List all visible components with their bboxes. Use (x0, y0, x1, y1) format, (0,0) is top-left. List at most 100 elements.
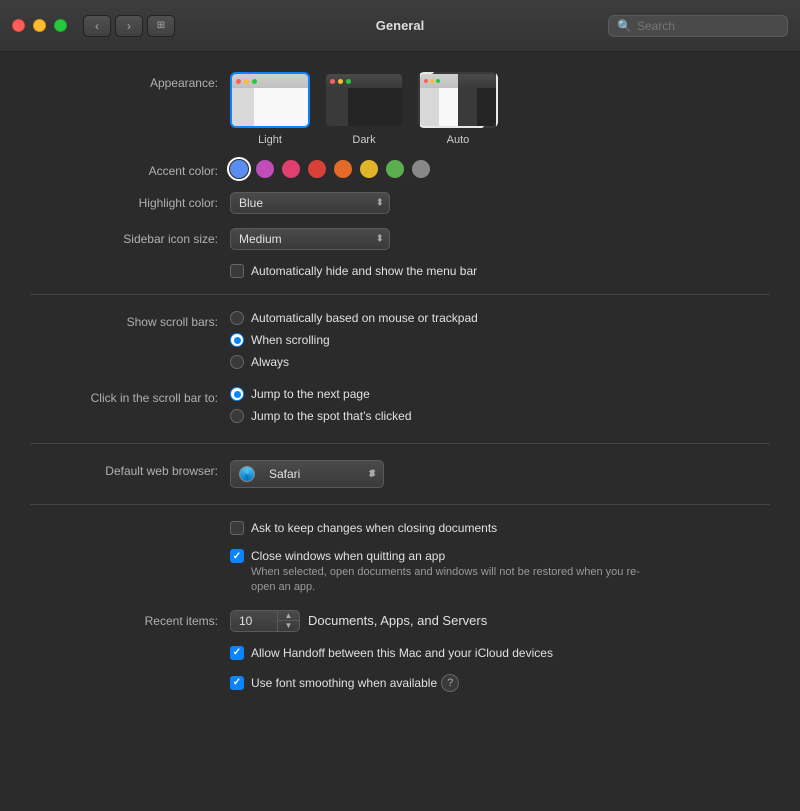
accent-yellow[interactable] (360, 160, 378, 178)
stepper-down-button[interactable]: ▼ (278, 621, 299, 631)
divider-3 (30, 504, 770, 505)
highlight-color-row: Highlight color: Blue Purple Pink Red Or… (30, 192, 770, 214)
scroll-scrolling-radio[interactable] (230, 333, 244, 347)
click-scroll-bar-radio-group: Jump to the next page Jump to the spot t… (230, 387, 412, 427)
close-windows-description: When selected, open documents and window… (251, 565, 651, 596)
handoff-checkbox-row: Allow Handoff between this Mac and your … (230, 646, 553, 660)
traffic-lights (12, 19, 67, 32)
accent-blue[interactable] (230, 160, 248, 178)
font-smoothing-checkbox[interactable] (230, 676, 244, 690)
fullscreen-button[interactable] (54, 19, 67, 32)
settings-content: Appearance: (0, 52, 800, 811)
handoff-checkbox[interactable] (230, 646, 244, 660)
accent-green[interactable] (386, 160, 404, 178)
ask-keep-changes-control: Ask to keep changes when closing documen… (230, 521, 497, 535)
click-scroll-bar-label: Click in the scroll bar to: (30, 387, 230, 405)
accent-pink[interactable] (282, 160, 300, 178)
appearance-label: Appearance: (30, 72, 230, 90)
font-smoothing-last-row: Use font smoothing when available ? (230, 674, 459, 692)
sidebar-icon-size-row: Sidebar icon size: Small Medium Large (30, 228, 770, 250)
default-browser-select[interactable]: Safari Chrome Firefox (261, 464, 361, 484)
scroll-scrolling-row: When scrolling (230, 333, 478, 347)
nav-buttons: ‹ › (83, 15, 143, 37)
ask-keep-changes-checkbox-row: Ask to keep changes when closing documen… (230, 521, 497, 535)
appearance-option-dark[interactable]: Dark (324, 72, 404, 146)
ask-keep-changes-checkbox[interactable] (230, 521, 244, 535)
accent-red[interactable] (308, 160, 326, 178)
scroll-scrolling-label: When scrolling (251, 333, 330, 347)
font-smoothing-row: Use font smoothing when available ? (30, 674, 770, 692)
ask-keep-changes-row: Ask to keep changes when closing documen… (30, 521, 770, 535)
menu-bar-control: Automatically hide and show the menu bar (230, 264, 477, 278)
appearance-thumbnail-light (230, 72, 310, 128)
appearance-option-light[interactable]: Light (230, 72, 310, 146)
click-jump-page-row: Jump to the next page (230, 387, 412, 401)
ask-keep-changes-spacer (30, 521, 230, 525)
recent-items-stepper: ▲ ▼ (230, 610, 300, 632)
minimize-button[interactable] (33, 19, 46, 32)
sidebar-icon-size-select-wrapper: Small Medium Large (230, 228, 390, 250)
appearance-thumbnail-auto (418, 72, 498, 128)
default-browser-control: Safari Chrome Firefox ⬍ (230, 460, 384, 488)
menu-bar-checkbox[interactable] (230, 264, 244, 278)
click-scroll-bar-control: Jump to the next page Jump to the spot t… (230, 387, 412, 427)
recent-items-control: ▲ ▼ Documents, Apps, and Servers (230, 610, 487, 632)
scroll-auto-radio[interactable] (230, 311, 244, 325)
handoff-row: Allow Handoff between this Mac and your … (30, 646, 770, 660)
close-windows-checkbox[interactable] (230, 549, 244, 563)
close-windows-spacer (30, 549, 230, 553)
click-jump-page-radio[interactable] (230, 387, 244, 401)
highlight-color-select[interactable]: Blue Purple Pink Red Orange Yellow Green… (230, 192, 390, 214)
scroll-bars-radio-group: Automatically based on mouse or trackpad… (230, 311, 478, 373)
click-jump-spot-radio[interactable] (230, 409, 244, 423)
click-jump-page-label: Jump to the next page (251, 387, 370, 401)
font-smoothing-label: Use font smoothing when available (251, 676, 437, 690)
accent-purple[interactable] (256, 160, 274, 178)
accent-color-row: Accent color: (30, 160, 770, 178)
accent-color-label: Accent color: (30, 160, 230, 178)
accent-orange[interactable] (334, 160, 352, 178)
handoff-spacer (30, 646, 230, 650)
appearance-option-auto[interactable]: Auto (418, 72, 498, 146)
close-windows-description-group: Close windows when quitting an app When … (230, 549, 651, 596)
appearance-row: Appearance: (30, 72, 770, 146)
grid-button[interactable]: ⊞ (147, 15, 175, 37)
sidebar-icon-size-control: Small Medium Large (230, 228, 390, 250)
default-browser-select-wrapper: Safari Chrome Firefox ⬍ (230, 460, 384, 488)
appearance-option-dark-label: Dark (352, 134, 375, 146)
help-button[interactable]: ? (441, 674, 459, 692)
recent-items-row: Recent items: ▲ ▼ Documents, Apps, and S… (30, 610, 770, 632)
highlight-color-select-wrapper: Blue Purple Pink Red Orange Yellow Green… (230, 192, 390, 214)
highlight-color-label: Highlight color: (30, 192, 230, 210)
font-smoothing-checkbox-row: Use font smoothing when available (230, 676, 437, 690)
search-input[interactable] (637, 19, 779, 33)
divider-1 (30, 294, 770, 295)
highlight-color-control: Blue Purple Pink Red Orange Yellow Green… (230, 192, 390, 214)
appearance-option-auto-label: Auto (447, 134, 470, 146)
click-scroll-bar-row: Click in the scroll bar to: Jump to the … (30, 387, 770, 427)
stepper-up-button[interactable]: ▲ (278, 611, 299, 622)
recent-items-label: Recent items: (30, 610, 230, 628)
default-browser-row: Default web browser: Safari Chrome Firef… (30, 460, 770, 488)
sidebar-icon-size-select[interactable]: Small Medium Large (230, 228, 390, 250)
close-windows-control: Close windows when quitting an app When … (230, 549, 651, 596)
scroll-always-radio[interactable] (230, 355, 244, 369)
scroll-auto-row: Automatically based on mouse or trackpad (230, 311, 478, 325)
scroll-auto-label: Automatically based on mouse or trackpad (251, 311, 478, 325)
back-button[interactable]: ‹ (83, 15, 111, 37)
forward-button[interactable]: › (115, 15, 143, 37)
close-windows-checkbox-row: Close windows when quitting an app (230, 549, 651, 563)
scroll-always-label: Always (251, 355, 289, 369)
close-button[interactable] (12, 19, 25, 32)
appearance-option-light-label: Light (258, 134, 282, 146)
menu-bar-label (30, 264, 230, 268)
handoff-label: Allow Handoff between this Mac and your … (251, 646, 553, 660)
accent-graphite[interactable] (412, 160, 430, 178)
close-windows-label: Close windows when quitting an app (251, 549, 445, 563)
stepper-buttons: ▲ ▼ (277, 611, 299, 631)
recent-items-suffix: Documents, Apps, and Servers (308, 613, 487, 628)
ask-keep-changes-label: Ask to keep changes when closing documen… (251, 521, 497, 535)
titlebar: ‹ › ⊞ General 🔍 (0, 0, 800, 52)
sidebar-icon-size-label: Sidebar icon size: (30, 228, 230, 246)
font-smoothing-spacer (30, 674, 230, 678)
